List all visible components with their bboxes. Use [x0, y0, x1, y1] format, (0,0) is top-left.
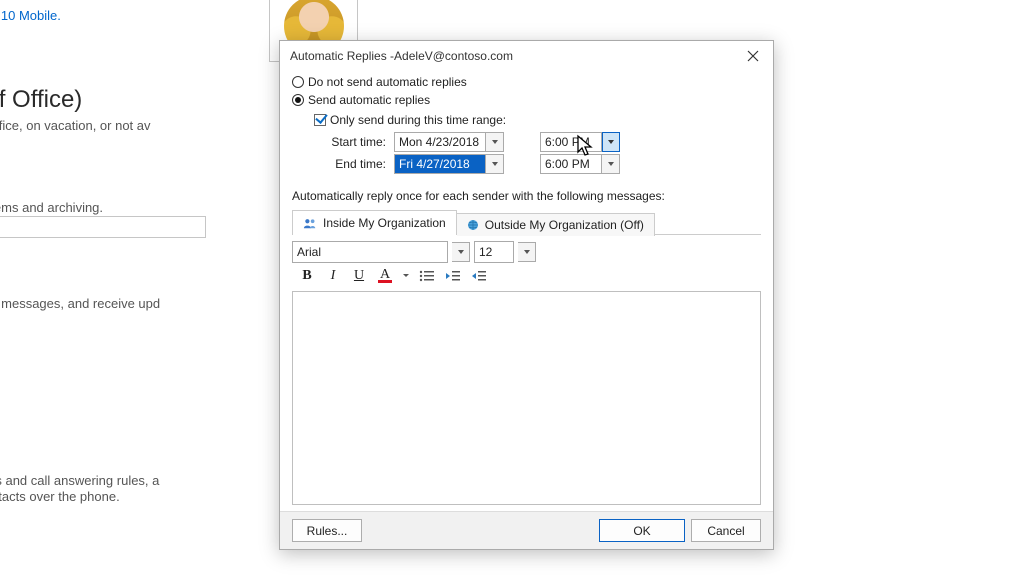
- section-desc-3a: ganize your incoming email messages, and…: [0, 296, 160, 311]
- end-date-field[interactable]: Fri 4/27/2018: [394, 154, 486, 174]
- rules-button[interactable]: Rules...: [292, 519, 362, 542]
- tab-inside-label: Inside My Organization: [323, 216, 446, 230]
- font-name-dropdown[interactable]: [452, 242, 470, 262]
- cancel-button[interactable]: Cancel: [691, 519, 761, 542]
- section-desc-2: box by emptying Deleted Items and archiv…: [0, 200, 103, 215]
- checkbox-only-send-range[interactable]: Only send during this time range:: [314, 111, 761, 129]
- ok-button[interactable]: OK: [599, 519, 685, 542]
- font-color-dropdown[interactable]: [402, 272, 410, 280]
- end-date-dropdown[interactable]: [486, 154, 504, 174]
- radio-icon: [292, 76, 304, 88]
- format-toolbar: B I U A: [292, 267, 761, 285]
- close-icon: [747, 50, 759, 62]
- section-desc-5a: your PIN, setup notifications and call a…: [0, 473, 159, 488]
- tabs: Inside My Organization Outside My Organi…: [292, 209, 761, 235]
- bold-button[interactable]: B: [298, 267, 316, 285]
- reply-message-label: Automatically reply once for each sender…: [292, 189, 761, 203]
- radio-do-not-send[interactable]: Do not send automatic replies: [292, 73, 761, 91]
- decrease-indent-button[interactable]: [444, 267, 462, 285]
- start-time-field[interactable]: 6:00 PM: [540, 132, 602, 152]
- dialog-title-email: AdeleV@contoso.com: [394, 49, 513, 63]
- radio-send[interactable]: Send automatic replies: [292, 91, 761, 109]
- chevron-down-icon: [457, 248, 465, 256]
- radio-send-label: Send automatic replies: [308, 93, 430, 107]
- dialog-title-prefix: Automatic Replies -: [290, 49, 394, 63]
- increase-indent-button[interactable]: [470, 267, 488, 285]
- message-editor[interactable]: [292, 291, 761, 505]
- section-desc-1: others that you are out of office, on va…: [0, 118, 151, 133]
- end-time-label: End time:: [314, 157, 394, 171]
- chevron-down-icon: [523, 248, 531, 256]
- font-name-combo[interactable]: Arial: [292, 241, 448, 263]
- end-time-field[interactable]: 6:00 PM: [540, 154, 602, 174]
- checkbox-icon: [314, 114, 326, 126]
- chevron-down-icon: [491, 138, 499, 146]
- globe-icon: [467, 219, 479, 231]
- dialog-footer: Rules... OK Cancel: [280, 511, 773, 549]
- section-heading: Out of Office): [0, 86, 82, 114]
- chevron-down-icon: [402, 272, 410, 280]
- font-color-button[interactable]: A: [376, 267, 394, 285]
- start-time-dropdown[interactable]: [602, 132, 620, 152]
- only-send-label: Only send during this time range:: [330, 113, 506, 127]
- italic-button[interactable]: I: [324, 267, 342, 285]
- bullet-list-button[interactable]: [418, 267, 436, 285]
- dialog-titlebar: Automatic Replies - AdeleV@contoso.com: [280, 41, 773, 71]
- background-inputbox[interactable]: [0, 216, 206, 238]
- chevron-down-icon: [607, 138, 615, 146]
- underline-button[interactable]: U: [350, 267, 368, 285]
- font-toolbar: Arial 12: [292, 241, 761, 263]
- tab-inside-org[interactable]: Inside My Organization: [292, 210, 457, 235]
- tab-outside-label: Outside My Organization (Off): [485, 218, 644, 232]
- close-button[interactable]: [739, 45, 767, 67]
- start-date-dropdown[interactable]: [486, 132, 504, 152]
- font-size-combo[interactable]: 12: [474, 241, 514, 263]
- section-desc-5b: essages, calendar, and contacts over the…: [0, 489, 120, 504]
- mobile-link[interactable]: Phone, iPad, Android, or Windows 10 Mobi…: [0, 8, 61, 23]
- chevron-down-icon: [491, 160, 499, 168]
- indent-icon: [471, 269, 487, 283]
- outdent-icon: [445, 269, 461, 283]
- font-size-dropdown[interactable]: [518, 242, 536, 262]
- radio-do-not-send-label: Do not send automatic replies: [308, 75, 467, 89]
- start-date-field[interactable]: Mon 4/23/2018: [394, 132, 486, 152]
- tab-outside-org[interactable]: Outside My Organization (Off): [457, 213, 655, 236]
- radio-icon: [292, 94, 304, 106]
- chevron-down-icon: [607, 160, 615, 168]
- people-icon: [303, 217, 317, 229]
- list-icon: [419, 269, 435, 283]
- end-time-dropdown[interactable]: [602, 154, 620, 174]
- automatic-replies-dialog: Automatic Replies - AdeleV@contoso.com D…: [279, 40, 774, 550]
- start-time-label: Start time:: [314, 135, 394, 149]
